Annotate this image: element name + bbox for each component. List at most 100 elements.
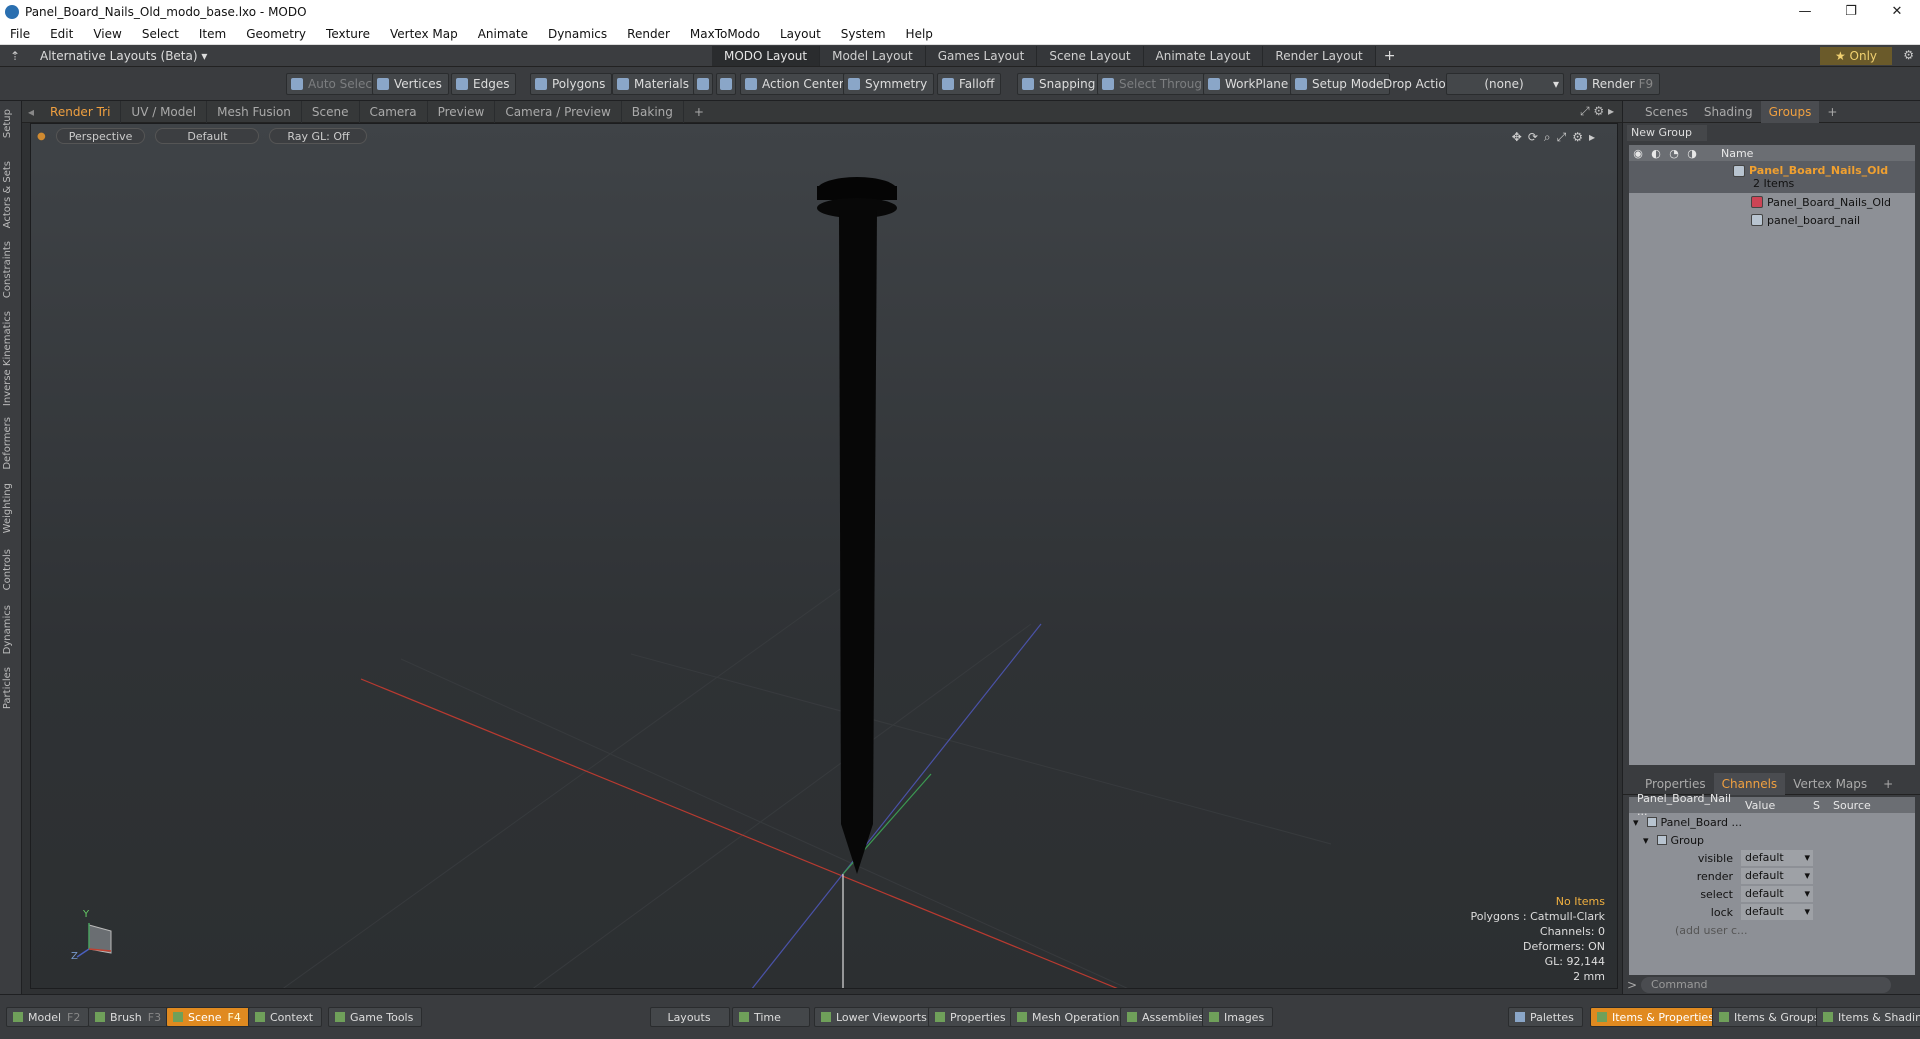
menu-system[interactable]: System bbox=[831, 27, 896, 41]
menu-animate[interactable]: Animate bbox=[468, 27, 538, 41]
tab-constraints[interactable]: Constraints bbox=[2, 241, 18, 298]
tab-camera-preview[interactable]: Camera / Preview bbox=[495, 100, 622, 123]
gear-icon[interactable]: ⚙ bbox=[1903, 48, 1914, 62]
channel-row-render[interactable]: render default bbox=[1629, 867, 1915, 885]
tab-mesh-fusion[interactable]: Mesh Fusion bbox=[207, 100, 302, 123]
tab-render-tri[interactable]: Render Tri bbox=[40, 100, 122, 123]
menu-view[interactable]: View bbox=[83, 27, 131, 41]
raygl-toggle[interactable]: Ray GL: Off bbox=[269, 128, 368, 144]
menu-layout[interactable]: Layout bbox=[770, 27, 831, 41]
setup-mode-button[interactable]: Setup Mode bbox=[1290, 73, 1391, 95]
items-properties-button[interactable]: Items & Properties bbox=[1590, 1007, 1723, 1027]
tab-shading[interactable]: Shading bbox=[1696, 101, 1761, 123]
tree-group-row[interactable]: ▾ Group bbox=[1629, 831, 1915, 849]
drop-action-dropdown[interactable]: (none) ▾ bbox=[1446, 73, 1564, 95]
menu-maxtomodo[interactable]: MaxToModo bbox=[680, 27, 770, 41]
assemblies-button[interactable]: Assemblies bbox=[1120, 1007, 1214, 1027]
game-tools-button[interactable]: Game Tools bbox=[328, 1007, 423, 1027]
tab-particles[interactable]: Particles bbox=[2, 667, 18, 709]
viewport-dot-icon[interactable]: ● bbox=[37, 128, 46, 146]
tab-modo-layout[interactable]: MODO Layout bbox=[712, 45, 821, 66]
action-center-button[interactable]: Action Center bbox=[740, 73, 851, 95]
channel-value-dropdown[interactable]: default bbox=[1741, 886, 1813, 902]
add-layout-icon[interactable]: + bbox=[1376, 48, 1404, 64]
channel-value-dropdown[interactable]: default bbox=[1741, 868, 1813, 884]
scene-button[interactable]: Scene F4 bbox=[166, 1007, 250, 1027]
tab-actors-sets[interactable]: Actors & Sets bbox=[2, 161, 18, 228]
restore-icon[interactable]: ❐ bbox=[1828, 4, 1874, 19]
brush-button[interactable]: Brush F3 bbox=[88, 1007, 171, 1027]
nail-mesh[interactable] bbox=[817, 177, 897, 874]
workplane-button[interactable]: WorkPlane bbox=[1203, 73, 1296, 95]
channel-value-dropdown[interactable]: default bbox=[1741, 850, 1813, 866]
add-tab-icon[interactable]: + bbox=[684, 101, 714, 123]
auto-select-button[interactable]: Auto Select bbox=[286, 73, 384, 95]
tab-games-layout[interactable]: Games Layout bbox=[925, 45, 1038, 66]
scene-canvas[interactable] bbox=[31, 124, 1618, 989]
3d-viewport[interactable]: ● Perspective Default Ray GL: Off ✥⟳⌕⤢⚙▸… bbox=[30, 123, 1618, 989]
render-toggle-icon[interactable]: ◐ bbox=[1647, 147, 1665, 160]
channel-row-select[interactable]: select default bbox=[1629, 885, 1915, 903]
tab-deformers[interactable]: Deformers bbox=[2, 417, 18, 470]
alternative-layouts-dropdown[interactable]: Alternative Layouts (Beta) ▾ bbox=[40, 49, 712, 63]
add-channels-tab-icon[interactable]: + bbox=[1875, 773, 1901, 795]
menu-dynamics[interactable]: Dynamics bbox=[538, 27, 617, 41]
snapping-button[interactable]: Snapping bbox=[1017, 73, 1103, 95]
items-groups-button[interactable]: Items & Groups bbox=[1712, 1007, 1829, 1027]
menu-edit[interactable]: Edit bbox=[40, 27, 83, 41]
tab-uv-model[interactable]: UV / Model bbox=[121, 100, 208, 123]
select-through-button[interactable]: Select Through bbox=[1097, 73, 1217, 95]
tab-inverse-kinematics[interactable]: Inverse Kinematics bbox=[2, 311, 18, 406]
model-button[interactable]: Model F2 bbox=[6, 1007, 90, 1027]
edges-button[interactable]: Edges bbox=[451, 73, 517, 95]
falloff-button[interactable]: Falloff bbox=[937, 73, 1002, 95]
command-input[interactable]: Command bbox=[1641, 976, 1891, 993]
materials-button[interactable]: Materials bbox=[612, 73, 697, 95]
menu-select[interactable]: Select bbox=[132, 27, 189, 41]
polygons-button[interactable]: Polygons bbox=[530, 73, 613, 95]
layouts-button[interactable]: Layouts bbox=[650, 1007, 730, 1027]
tab-camera[interactable]: Camera bbox=[360, 100, 428, 123]
only-button[interactable]: ★ Only bbox=[1820, 47, 1892, 65]
minimize-icon[interactable]: — bbox=[1782, 4, 1828, 19]
item-mode-icon[interactable] bbox=[693, 73, 713, 95]
render-button[interactable]: Render F9 bbox=[1570, 73, 1661, 95]
tab-scene[interactable]: Scene bbox=[302, 100, 360, 123]
images-button[interactable]: Images bbox=[1202, 1007, 1274, 1027]
channel-row-visible[interactable]: visible default bbox=[1629, 849, 1915, 867]
vertices-button[interactable]: Vertices bbox=[372, 73, 449, 95]
viewport-nav-icons[interactable]: ✥⟳⌕⤢⚙▸ bbox=[1512, 130, 1601, 145]
panel-menu-icon[interactable]: ◂ bbox=[22, 105, 40, 119]
menu-item[interactable]: Item bbox=[189, 27, 236, 41]
group-row[interactable]: Panel_Board_Nails_Old 2 Items bbox=[1629, 161, 1915, 193]
items-shading-button[interactable]: Items & Shading bbox=[1816, 1007, 1920, 1027]
properties-button[interactable]: Properties bbox=[928, 1007, 1015, 1027]
tab-setup[interactable]: Setup bbox=[2, 109, 18, 138]
time-button[interactable]: Time bbox=[732, 1007, 810, 1027]
tab-controls[interactable]: Controls bbox=[2, 549, 18, 590]
expand-viewport-icon[interactable]: ⤢ ⚙ ▸ bbox=[1580, 104, 1614, 119]
shading-dropdown[interactable]: Default bbox=[155, 128, 260, 144]
tab-render-layout[interactable]: Render Layout bbox=[1263, 45, 1376, 66]
tab-dynamics[interactable]: Dynamics bbox=[2, 605, 18, 654]
tab-scene-layout[interactable]: Scene Layout bbox=[1037, 45, 1144, 66]
palettes-button[interactable]: Palettes bbox=[1508, 1007, 1583, 1027]
tab-weighting[interactable]: Weighting bbox=[2, 483, 18, 533]
channel-row-lock[interactable]: lock default bbox=[1629, 903, 1915, 921]
new-group-button[interactable]: New Group bbox=[1627, 125, 1707, 141]
menu-vertex-map[interactable]: Vertex Map bbox=[380, 27, 468, 41]
perspective-dropdown[interactable]: Perspective bbox=[55, 128, 146, 144]
context-button[interactable]: Context bbox=[248, 1007, 323, 1027]
add-user-channel[interactable]: (add user c... bbox=[1629, 921, 1915, 939]
lock-icon[interactable]: ◔ bbox=[1665, 147, 1683, 160]
tab-groups[interactable]: Groups bbox=[1760, 100, 1820, 123]
mesh-operations-button[interactable]: Mesh Operations bbox=[1010, 1007, 1134, 1027]
lower-viewports-button[interactable]: Lower Viewports bbox=[814, 1007, 936, 1027]
eye-icon[interactable]: ◉ bbox=[1629, 147, 1647, 160]
list-item[interactable]: panel_board_nail bbox=[1629, 211, 1915, 229]
tab-model-layout[interactable]: Model Layout bbox=[820, 45, 926, 66]
list-item[interactable]: Panel_Board_Nails_Old bbox=[1629, 193, 1915, 211]
add-panel-tab-icon[interactable]: + bbox=[1819, 101, 1845, 123]
tab-baking[interactable]: Baking bbox=[622, 100, 684, 123]
up-arrow-icon[interactable]: ⇡ bbox=[10, 49, 20, 63]
